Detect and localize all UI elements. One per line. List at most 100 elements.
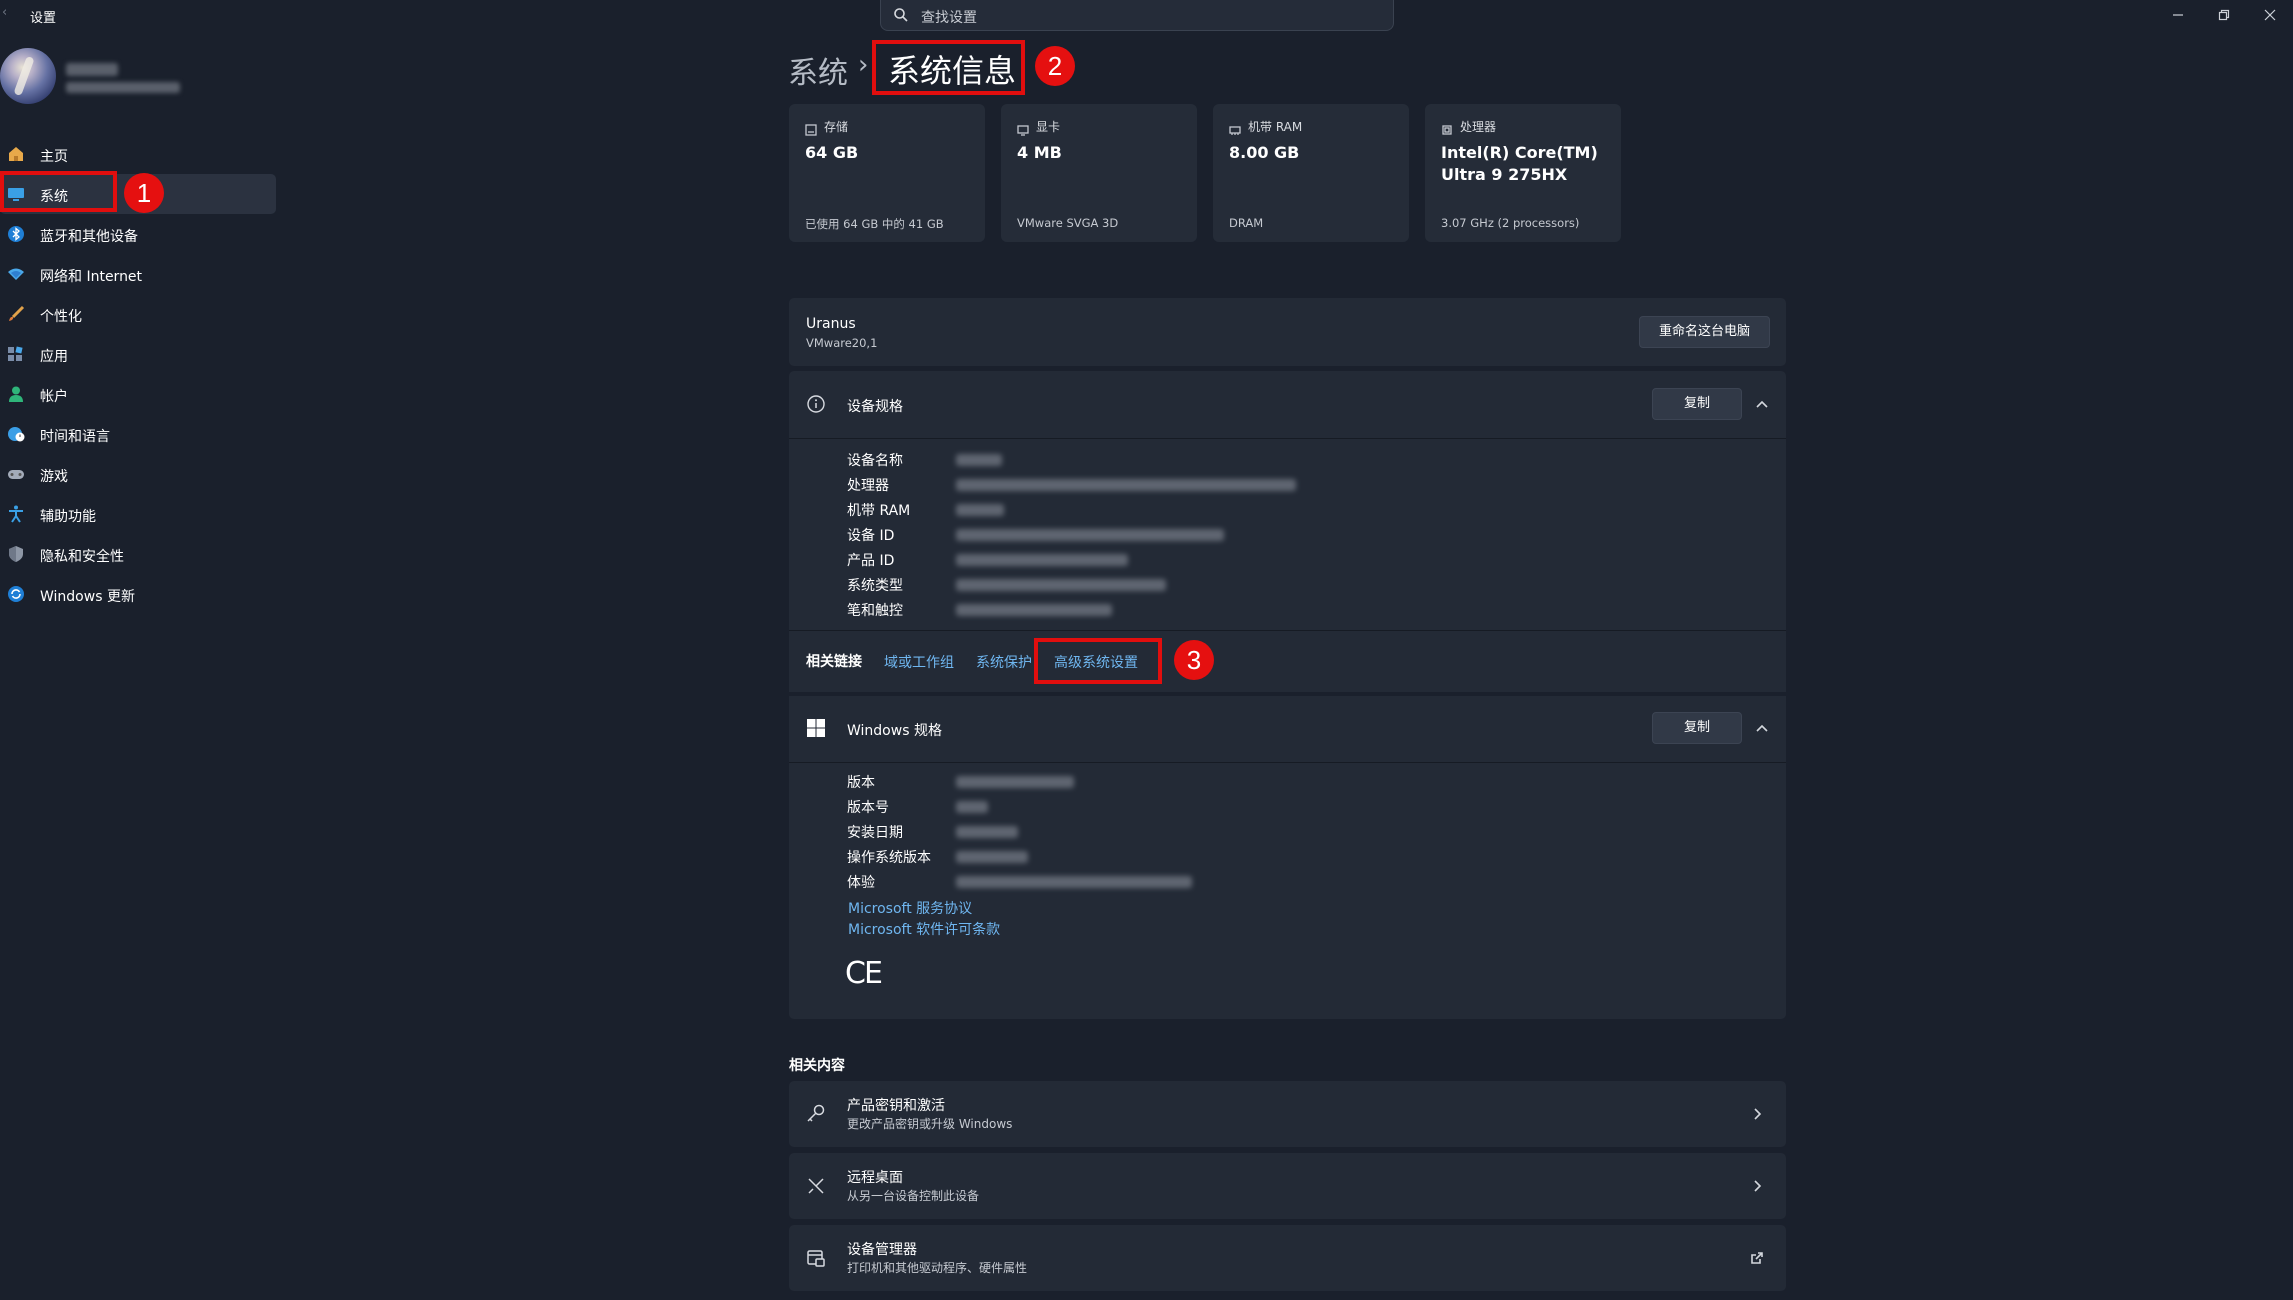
spec-value-blurred	[956, 529, 1224, 541]
sidebar-item-time-language[interactable]: 时间和语言	[0, 414, 276, 454]
sidebar-item-network[interactable]: 网络和 Internet	[0, 254, 276, 294]
spec-value-blurred	[956, 851, 1028, 863]
spec-value-blurred	[956, 604, 1112, 616]
breadcrumb-parent[interactable]: 系统	[788, 48, 848, 92]
spec-label: 体验	[847, 875, 875, 891]
related-item-sub: 从另一台设备控制此设备	[847, 1189, 980, 1203]
sidebar-item-label: 辅助功能	[40, 509, 96, 525]
card-label: 机带 RAM	[1248, 120, 1303, 134]
update-icon	[7, 585, 25, 603]
storage-icon	[805, 121, 817, 136]
ram-icon	[1229, 121, 1241, 135]
annotation-box-2	[872, 40, 1025, 95]
card-sub: DRAM	[1229, 216, 1264, 230]
pc-name-panel	[789, 298, 1786, 366]
brush-icon	[7, 305, 25, 323]
sidebar-item-personalization[interactable]: 个性化	[0, 294, 276, 334]
sidebar-item-label: 个性化	[40, 309, 82, 325]
sidebar-item-windows-update[interactable]: Windows 更新	[0, 574, 276, 614]
chevron-up-icon[interactable]	[1755, 721, 1769, 735]
restore-button[interactable]	[2201, 0, 2247, 30]
card-label: 处理器	[1460, 120, 1497, 134]
annotation-box-1	[0, 171, 117, 212]
ram-card[interactable]: 机带 RAM 8.00 GB DRAM	[1213, 104, 1409, 242]
card-header: 机带 RAM	[1229, 118, 1302, 135]
sidebar-item-accounts[interactable]: 帐户	[0, 374, 276, 414]
sidebar-item-label: 主页	[40, 149, 68, 165]
related-item-device-manager[interactable]: 设备管理器 打印机和其他驱动程序、硬件属性	[789, 1225, 1786, 1291]
search-input[interactable]: 查找设置	[880, 0, 1394, 31]
related-item-product-key[interactable]: 产品密钥和激活 更改产品密钥或升级 Windows	[789, 1081, 1786, 1147]
graphics-card[interactable]: 显卡 4 MB VMware SVGA 3D	[1001, 104, 1197, 242]
spec-label: 设备名称	[847, 453, 903, 469]
divider	[789, 630, 1786, 631]
related-item-sub: 更改产品密钥或升级 Windows	[847, 1117, 1013, 1131]
back-arrow-icon[interactable]: ‹	[2, 6, 14, 20]
info-icon	[806, 394, 826, 414]
display-icon	[1017, 121, 1029, 136]
account-icon	[7, 385, 25, 403]
sidebar-item-home[interactable]: 主页	[0, 134, 276, 174]
divider	[789, 762, 1786, 763]
domain-workgroup-link[interactable]: 域或工作组	[884, 652, 954, 672]
key-icon	[805, 1103, 827, 1125]
spec-value-blurred	[956, 876, 1192, 888]
windows-specs-panel	[789, 696, 1786, 1019]
remote-desktop-icon	[805, 1175, 827, 1197]
related-item-title: 远程桌面	[847, 1170, 903, 1186]
copy-device-specs-button[interactable]: 复制	[1652, 388, 1742, 420]
card-sub: 已使用 64 GB 中的 41 GB	[805, 217, 944, 231]
card-header: 显卡	[1017, 118, 1061, 136]
card-value: 8.00 GB	[1229, 143, 1300, 162]
related-links-label: 相关链接	[806, 654, 862, 670]
gamepad-icon	[7, 465, 25, 483]
cpu-icon	[1441, 121, 1453, 135]
card-value: 64 GB	[805, 143, 859, 162]
app-title: 设置	[30, 11, 57, 26]
rename-pc-button[interactable]: 重命名这台电脑	[1639, 316, 1770, 348]
pc-name: Uranus	[806, 316, 856, 332]
sidebar-item-label: 网络和 Internet	[40, 269, 143, 285]
card-sub: 3.07 GHz (2 processors)	[1441, 216, 1580, 230]
apps-icon	[7, 345, 25, 363]
user-email-blurred	[66, 82, 180, 93]
spec-label: 设备 ID	[847, 528, 895, 544]
sidebar-item-gaming[interactable]: 游戏	[0, 454, 276, 494]
sidebar-item-privacy[interactable]: 隐私和安全性	[0, 534, 276, 574]
sidebar-item-apps[interactable]: 应用	[0, 334, 276, 374]
microsoft-service-agreement-link[interactable]: Microsoft 服务协议	[848, 898, 972, 918]
minimize-button[interactable]	[2155, 0, 2201, 30]
spec-label: 版本	[847, 775, 875, 791]
close-button[interactable]	[2247, 0, 2293, 30]
spec-label: 系统类型	[847, 578, 903, 594]
accessibility-icon	[7, 505, 25, 523]
related-item-remote-desktop[interactable]: 远程桌面 从另一台设备控制此设备	[789, 1153, 1786, 1219]
card-header: 处理器	[1441, 118, 1496, 135]
sidebar-item-accessibility[interactable]: 辅助功能	[0, 494, 276, 534]
sidebar-item-label: 蓝牙和其他设备	[40, 229, 138, 245]
sidebar-item-label: 应用	[40, 349, 68, 365]
restore-icon	[2218, 9, 2230, 21]
card-label: 显卡	[1036, 120, 1061, 134]
related-content-heading: 相关内容	[789, 1058, 845, 1074]
avatar[interactable]	[0, 48, 56, 104]
spec-label: 产品 ID	[847, 553, 895, 569]
sidebar-item-label: 隐私和安全性	[40, 549, 124, 565]
chevron-right-icon	[1750, 1178, 1764, 1192]
external-link-icon	[1750, 1250, 1764, 1264]
annotation-badge-2: 2	[1035, 46, 1075, 86]
related-item-title: 设备管理器	[847, 1242, 917, 1258]
storage-card[interactable]: 存储 64 GB 已使用 64 GB 中的 41 GB	[789, 104, 985, 242]
divider	[789, 438, 1786, 439]
breadcrumb-separator: ›	[858, 50, 869, 80]
sidebar-item-bluetooth[interactable]: 蓝牙和其他设备	[0, 214, 276, 254]
spec-label: 版本号	[847, 800, 889, 816]
spec-label: 处理器	[847, 478, 889, 494]
processor-card[interactable]: 处理器 Intel(R) Core(TM) Ultra 9 275HX 3.07…	[1425, 104, 1621, 242]
copy-windows-specs-button[interactable]: 复制	[1652, 712, 1742, 744]
system-protection-link[interactable]: 系统保护	[976, 652, 1032, 672]
chevron-up-icon[interactable]	[1755, 397, 1769, 411]
shield-icon	[7, 545, 25, 563]
related-item-title: 产品密钥和激活	[847, 1098, 945, 1114]
microsoft-license-terms-link[interactable]: Microsoft 软件许可条款	[848, 919, 1000, 939]
